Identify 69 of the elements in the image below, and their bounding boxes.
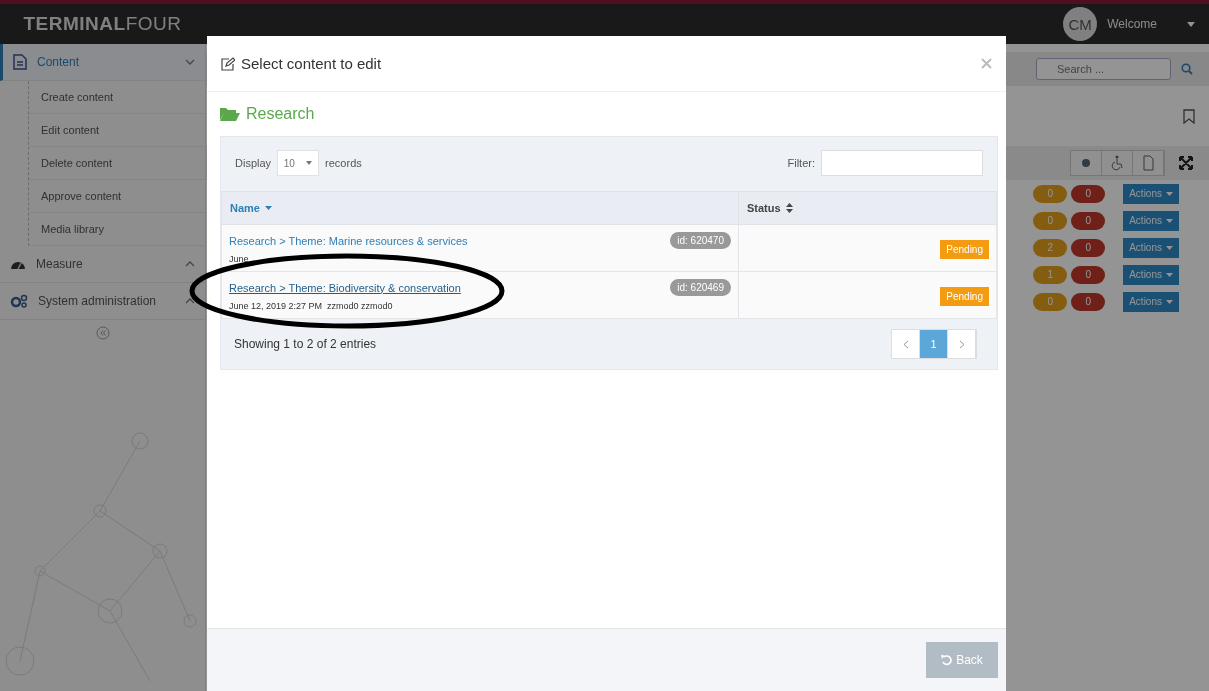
count-pill: 0 <box>1071 238 1106 257</box>
filter-label: Filter: <box>787 157 815 169</box>
status-badge: Pending <box>940 287 989 306</box>
logo: TERMINALFOUR <box>22 13 183 35</box>
sort-icon <box>785 203 793 213</box>
welcome-menu[interactable]: Welcome <box>1107 17 1157 31</box>
search-icon[interactable] <box>1181 63 1193 75</box>
sidebar-subitem[interactable]: Create content <box>29 81 205 114</box>
expand-icon[interactable] <box>1179 156 1193 170</box>
count-pill: 1 <box>1033 265 1068 284</box>
caret-icon <box>1166 218 1173 223</box>
count-pill: 0 <box>1071 211 1106 230</box>
sidebar-item[interactable]: System administration <box>0 283 205 320</box>
column-header[interactable]: Name <box>221 191 739 225</box>
records-label: records <box>325 157 362 169</box>
sidebar-subitem[interactable]: Approve content <box>29 180 205 213</box>
content-link[interactable]: Research > Theme: Biodiversity & conservation <box>229 281 461 294</box>
column-header[interactable]: Status <box>738 191 997 225</box>
avatar[interactable]: CM <box>1063 7 1098 41</box>
sidebar-item[interactable]: Measure <box>0 246 205 283</box>
count-pill: 0 <box>1033 211 1068 230</box>
sort-descending-icon <box>264 206 272 210</box>
page-size-select[interactable]: 10 <box>277 150 320 176</box>
previous-page-button[interactable] <box>892 330 920 358</box>
next-page-button[interactable] <box>948 330 976 358</box>
document-icon <box>13 54 27 70</box>
actions-button[interactable]: Actions <box>1123 291 1179 312</box>
gears-icon <box>10 294 28 308</box>
caret-icon <box>1166 272 1173 277</box>
count-pill: 0 <box>1033 292 1068 311</box>
collapse-icon[interactable] <box>95 326 110 340</box>
bookmark-icon[interactable] <box>1183 108 1195 124</box>
search-field[interactable]: Search ... <box>1036 58 1171 80</box>
count-pill: 0 <box>1033 184 1068 203</box>
status-badge: Pending <box>940 240 989 259</box>
actions-button[interactable]: Actions <box>1123 210 1179 231</box>
caret-icon <box>1166 191 1173 196</box>
sidebar-subitem[interactable]: Edit content <box>29 114 205 147</box>
actions-button[interactable]: Actions <box>1123 264 1179 285</box>
actions-button[interactable]: Actions <box>1123 237 1179 258</box>
sidebar-item[interactable]: Content <box>0 44 205 81</box>
meta-text: June <box>229 254 250 264</box>
caret-icon <box>306 161 313 165</box>
caret-icon <box>1166 245 1173 250</box>
page-button[interactable]: 1 <box>920 330 948 358</box>
folder-title: Research <box>246 105 315 123</box>
sidebar-subitem[interactable]: Media library <box>29 213 205 246</box>
count-pill: 0 <box>1071 292 1106 311</box>
display-label: Display <box>235 157 272 169</box>
actions-button[interactable]: Actions <box>1123 183 1179 204</box>
filter-field[interactable] <box>821 150 983 176</box>
sidebar-subitem[interactable]: Delete content <box>29 147 205 180</box>
entries-summary: Showing 1 to 2 of 2 entries <box>234 337 377 351</box>
chevron-right-icon <box>958 339 965 349</box>
folder-icon <box>220 107 240 121</box>
count-pill: 0 <box>1071 184 1106 203</box>
caret-icon[interactable] <box>1187 21 1195 27</box>
caret-icon <box>1166 299 1173 304</box>
content-link[interactable]: Research > Theme: Marine resources & services <box>229 234 468 247</box>
edit-icon <box>221 56 235 71</box>
id-badge: id: 620470 <box>670 232 731 249</box>
dialog-title: Select content to edit <box>241 55 383 72</box>
meta-text: June 12, 2019 2:27 PM zzmod0 zzmod0 <box>229 301 394 311</box>
count-pill: 2 <box>1033 238 1068 257</box>
close-icon[interactable] <box>981 58 992 69</box>
chevron-left-icon <box>902 339 909 349</box>
id-badge: id: 620469 <box>670 279 731 296</box>
count-pill: 0 <box>1071 265 1106 284</box>
undo-icon <box>941 654 953 666</box>
